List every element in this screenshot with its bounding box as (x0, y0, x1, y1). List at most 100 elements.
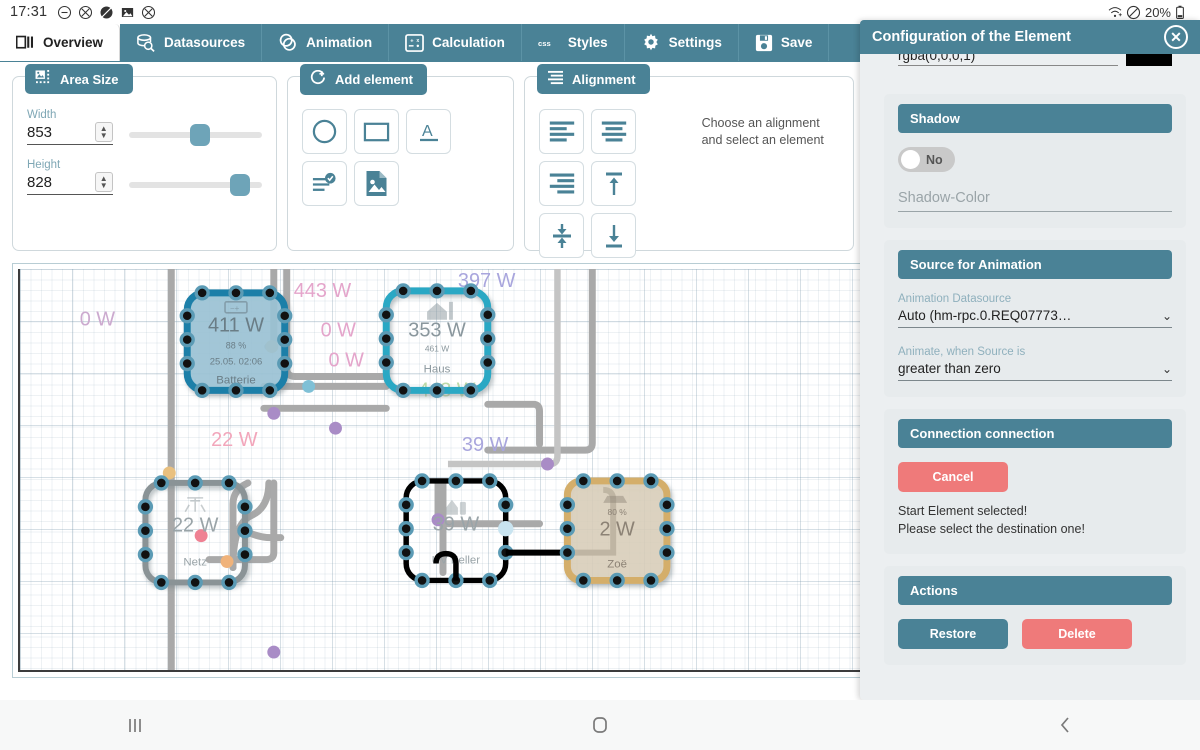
node-sub1: 88 % (226, 341, 246, 351)
align-left-icon[interactable] (539, 109, 584, 154)
width-slider[interactable] (128, 124, 262, 146)
width-slider-thumb[interactable] (190, 124, 211, 146)
tab-label: Calculation (432, 35, 505, 50)
animation-datasource-select[interactable]: Auto (hm-rpc.0.REQ07773… ⌄ (898, 308, 1172, 328)
canvas-node-batterie[interactable]: 411 W 88 % 25.05. 02:06 Batterie −+ (179, 285, 293, 399)
shadow-toggle-knob (901, 150, 920, 169)
source-for-animation-section: Source for Animation Animation Datasourc… (884, 240, 1186, 397)
image-file-icon[interactable] (354, 161, 399, 206)
overview-workarea: Area Size Width 853 ▲ ▼ Height 828 ▲ ▼ A… (0, 61, 880, 700)
node-power: 353 W (408, 320, 466, 342)
height-input[interactable]: 828 (27, 174, 52, 191)
tab-datasources[interactable]: Datasources (120, 24, 263, 61)
width-input[interactable]: 853 (27, 124, 52, 141)
add-element-icon (310, 69, 327, 89)
canvas-node-zoe[interactable]: 2 W 80 % Zoë (559, 473, 675, 589)
shadow-color-input[interactable]: Shadow-Color (898, 188, 1172, 212)
alignment-icon (547, 70, 564, 88)
calculator-icon: + x (405, 33, 424, 52)
configuration-panel-scroll[interactable]: rgba(0,0,0,1) Shadow No Shadow-Color Sou… (860, 54, 1200, 700)
connection-section: Connection connection Cancel Start Eleme… (884, 409, 1186, 554)
diagram-canvas[interactable]: 0 W 443 W 0 W 0 W 397 W 443 W 22 W 39 W … (18, 269, 862, 672)
flow-label: 443 W (294, 280, 352, 302)
cancel-button[interactable]: Cancel (898, 462, 1008, 492)
align-bottom-icon[interactable] (591, 213, 636, 258)
height-slider-thumb[interactable] (230, 174, 250, 196)
width-label: Width (27, 109, 57, 121)
tab-label: Datasources (164, 35, 246, 50)
svg-text:css: css (538, 39, 551, 48)
tab-styles[interactable]: css Styles (521, 24, 625, 61)
recents-icon[interactable] (115, 705, 155, 745)
tab-settings[interactable]: Settings (624, 24, 739, 61)
text-icon[interactable]: A (406, 109, 451, 154)
color-value-input[interactable]: rgba(0,0,0,1) (898, 54, 1118, 66)
align-top-icon[interactable] (591, 161, 636, 206)
tab-calculation[interactable]: + x Calculation (389, 24, 522, 61)
height-row: Height 828 ▲ ▼ (27, 159, 262, 196)
width-stepper[interactable]: ▲ ▼ (94, 122, 113, 142)
area-size-card-title: Area Size (25, 64, 133, 94)
align-center-icon[interactable] (591, 109, 636, 154)
x-circle-icon-2 (141, 5, 156, 20)
color-swatch[interactable] (1126, 54, 1172, 66)
card-title-label: Area Size (60, 71, 119, 87)
battery-icon (1175, 5, 1190, 20)
alignment-help-text: Choose an alignment and select an elemen… (701, 116, 824, 147)
database-search-icon (136, 33, 156, 52)
list-check-icon[interactable] (302, 161, 347, 206)
home-icon[interactable] (580, 705, 620, 745)
shadow-section-title: Shadow (898, 104, 1172, 133)
circle-icon[interactable] (302, 109, 347, 154)
shadow-toggle[interactable]: No (898, 147, 955, 172)
node-label: Haus (424, 363, 451, 375)
rectangle-icon[interactable] (354, 109, 399, 154)
do-not-disturb-icon (1126, 5, 1141, 20)
no-sound-icon (99, 5, 114, 20)
card-title-label: Add element (335, 72, 414, 87)
tab-animation[interactable]: Animation (262, 24, 390, 61)
animate-when-label: Animate, when Source is (898, 346, 1026, 358)
delete-button[interactable]: Delete (1022, 619, 1132, 649)
flow-label: 0 W (80, 309, 116, 331)
diagram-svg: 0 W 443 W 0 W 0 W 397 W 443 W 22 W 39 W … (80, 269, 675, 670)
node-label: Zoë (607, 559, 627, 571)
plug-node-icon (445, 499, 466, 515)
connection-note-line2: Please select the destination one! (898, 522, 1085, 536)
restore-button[interactable]: Restore (898, 619, 1008, 649)
canvas-node-uvkeller[interactable]: 39 W UV Keller (398, 473, 514, 589)
tab-label: Styles (567, 35, 608, 50)
configuration-panel-header: Configuration of the Element ✕ (860, 20, 1200, 54)
align-right-icon[interactable] (539, 161, 584, 206)
alignment-body: Choose an alignment and select an elemen… (525, 87, 853, 272)
css-icon: css (538, 37, 560, 49)
node-sub1: 461 W (425, 344, 449, 354)
height-stepper[interactable]: ▲ ▼ (94, 172, 113, 192)
flow-label: 0 W (329, 350, 365, 372)
car-node-icon (603, 495, 628, 503)
height-slider[interactable] (128, 174, 262, 196)
connection-section-title: Connection connection (898, 419, 1172, 448)
canvas-outer: 0 W 443 W 0 W 0 W 397 W 443 W 22 W 39 W … (12, 263, 868, 678)
width-row: Width 853 ▲ ▼ (27, 109, 262, 146)
add-element-body: A (288, 87, 513, 220)
tab-overview[interactable]: Overview (0, 24, 121, 61)
alignment-card-title: Alignment (537, 64, 650, 94)
card-title-label: Alignment (572, 71, 636, 87)
close-icon[interactable]: ✕ (1164, 25, 1188, 49)
gear-icon (641, 33, 661, 53)
image-icon (120, 5, 135, 20)
svg-text:x: x (416, 37, 419, 43)
tab-save[interactable]: Save (738, 24, 830, 61)
flow-label: 39 W (462, 434, 509, 456)
back-icon[interactable] (1045, 705, 1085, 745)
status-clock: 17:31 (10, 4, 48, 20)
color-section: rgba(0,0,0,1) (884, 54, 1186, 82)
configuration-panel: Configuration of the Element ✕ rgba(0,0,… (860, 20, 1200, 700)
shadow-section: Shadow No Shadow-Color (884, 94, 1186, 228)
align-middle-icon[interactable] (539, 213, 584, 258)
tab-label: Animation (306, 35, 373, 50)
animate-when-select[interactable]: greater than zero ⌄ (898, 361, 1172, 381)
node-power: 411 W (208, 315, 264, 337)
animation-datasource-label: Animation Datasource (898, 293, 1012, 305)
